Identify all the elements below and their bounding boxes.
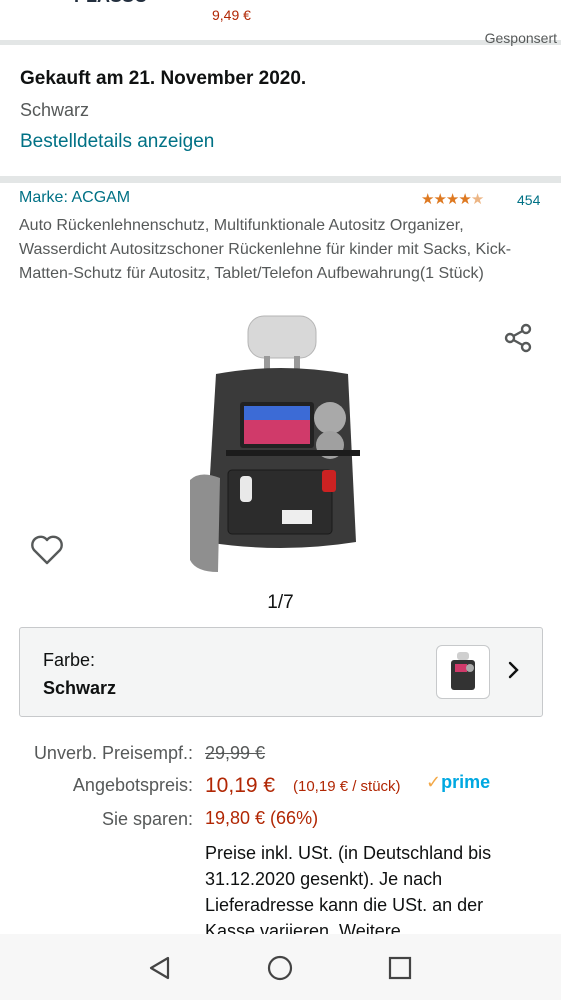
star-icon: ★ [445,191,459,208]
star-icon: ★ [433,191,446,208]
previous-item-price: 9,49 € [212,7,251,23]
offer-price: 10,19 € [205,774,276,797]
heart-icon[interactable] [30,534,64,566]
purchased-color: Schwarz [20,100,90,120]
offer-price-label-row: Angebotspreis: [0,775,195,801]
list-price: 29,99 € [205,743,266,763]
rating-stars[interactable]: ★★★★★ [421,190,484,208]
savings-amount: 19,80 € (66%) [205,808,319,828]
color-swatch-thumbnail [436,645,490,699]
recent-apps-icon[interactable] [386,954,414,982]
prime-badge: ✓prime [426,772,490,793]
brand-link[interactable]: Marke: ACGAM [19,189,130,207]
star-icon: ★ [421,191,434,208]
separator [0,176,561,183]
check-icon: ✓ [426,772,442,792]
prime-label: prime [441,772,491,792]
savings-label-row: Sie sparen: [0,809,195,835]
unit-price: (10,19 € / stück) [293,778,401,795]
system-navigation-bar [0,934,561,1000]
image-counter: 1/7 [267,592,294,613]
previous-listing-strip[interactable]: PLASSO 9,49 € [0,0,561,40]
selected-color: Schwarz [43,678,117,698]
savings-label: Sie sparen: [101,809,193,829]
purchase-date-title: Gekauft am 21. November 2020. [20,68,307,89]
color-label: Farbe: [43,650,96,670]
product-image[interactable] [180,310,380,580]
half-star-icon: ★ [470,191,484,208]
product-title: Auto Rückenlehnenschutz, Multifunktional… [19,217,512,282]
offer-price-label: Angebotspreis: [72,775,193,795]
color-selector[interactable]: Farbe: Schwarz [19,627,543,717]
star-icon: ★ [458,191,471,208]
rating-count[interactable]: 454 [517,192,540,208]
brand-logo: PLASSO [74,0,194,8]
sponsored-label[interactable]: Gesponsert [485,30,557,46]
home-icon[interactable] [266,954,294,982]
share-icon[interactable] [502,322,534,354]
list-price-label: Unverb. Preisempf.: [33,743,193,763]
separator [0,40,561,45]
list-price-row: Unverb. Preisempf.: 29,99 € [0,743,561,769]
chevron-right-icon [508,661,519,679]
tax-note: Preise inkl. USt. (in Deutschland bis 31… [205,843,492,941]
order-details-link[interactable]: Bestelldetails anzeigen [20,131,214,153]
back-icon[interactable] [146,954,174,982]
